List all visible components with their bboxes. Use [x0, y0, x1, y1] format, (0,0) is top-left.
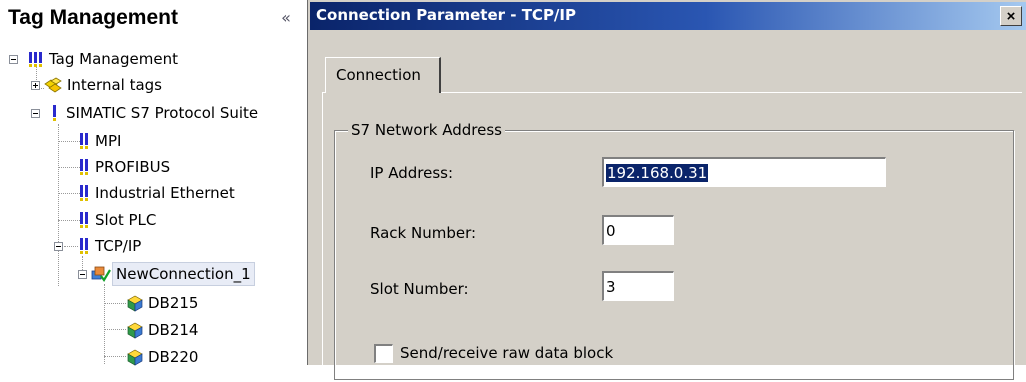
- collapse-panel-button[interactable]: «: [277, 9, 295, 27]
- tree-node-db215[interactable]: DB215: [126, 292, 246, 314]
- slot-number-value: 3: [606, 278, 616, 296]
- connection-icon: [91, 266, 111, 282]
- tab-label: Connection: [336, 66, 421, 84]
- tree-node-label: Tag Management: [49, 50, 178, 68]
- protocol-suite-icon: [53, 105, 56, 121]
- tree-node-label: DB215: [148, 294, 199, 312]
- tree-node-industrial-ethernet[interactable]: Industrial Ethernet: [78, 182, 278, 204]
- tag-group-icon: [127, 322, 143, 339]
- tree-node-label: DB214: [148, 321, 199, 339]
- tree-node-newconnection-1[interactable]: NewConnection_1: [78, 262, 300, 286]
- rack-number-value: 0: [606, 222, 616, 240]
- channel-unit-icon: [80, 212, 88, 228]
- channel-unit-icon: [80, 185, 88, 201]
- raw-data-block-label: Send/receive raw data block: [400, 344, 614, 362]
- ip-address-label: IP Address:: [370, 164, 454, 182]
- ip-address-field[interactable]: 192.168.0.31: [602, 157, 886, 187]
- channel-unit-icon: [80, 159, 88, 175]
- dialog-title-bar[interactable]: Connection Parameter - TCP/IP ×: [310, 2, 1026, 30]
- tree-node-label: Internal tags: [67, 76, 162, 94]
- tree-node-label: Industrial Ethernet: [95, 184, 235, 202]
- group-title: S7 Network Address: [348, 121, 505, 139]
- close-button[interactable]: ×: [1000, 6, 1022, 26]
- panel-title: Tag Management: [8, 6, 178, 29]
- connection-parameter-dialog: Connection Parameter - TCP/IP × Connecti…: [307, 0, 1026, 382]
- rack-number-label: Rack Number:: [370, 224, 477, 242]
- tree-node-profibus[interactable]: PROFIBUS: [78, 156, 218, 178]
- tree-node-mpi[interactable]: MPI: [78, 130, 178, 152]
- collapse-toggle-icon[interactable]: [54, 242, 63, 251]
- internal-tags-icon: [44, 77, 62, 93]
- ip-address-value: 192.168.0.31: [606, 164, 709, 182]
- tree-node-label: MPI: [95, 132, 122, 150]
- panel-header: Tag Management «: [0, 0, 306, 40]
- tree-node-label: NewConnection_1: [112, 262, 255, 286]
- tree-node-internal-tags[interactable]: Internal tags: [30, 74, 230, 96]
- tag-group-icon: [127, 349, 143, 366]
- channel-unit-icon: [80, 238, 88, 254]
- slot-number-field[interactable]: 3: [602, 271, 674, 301]
- collapse-toggle-icon[interactable]: [31, 109, 40, 118]
- tag-management-panel: Tag Management « Tag Management Internal…: [0, 0, 306, 366]
- tree-node-db214[interactable]: DB214: [126, 319, 246, 341]
- tree-node-tag-management[interactable]: Tag Management: [8, 48, 238, 70]
- tag-group-icon: [127, 295, 143, 312]
- collapse-toggle-icon[interactable]: [78, 270, 87, 279]
- tree-node-tcp-ip[interactable]: TCP/IP: [54, 235, 174, 257]
- tab-connection[interactable]: Connection: [325, 57, 441, 93]
- rack-number-field[interactable]: 0: [602, 215, 674, 245]
- tree-node-label: PROFIBUS: [95, 158, 171, 176]
- channel-unit-icon: [80, 133, 88, 149]
- dialog-title: Connection Parameter - TCP/IP: [316, 6, 576, 24]
- tree-node-label: TCP/IP: [95, 237, 142, 255]
- raw-data-block-checkbox[interactable]: [374, 344, 393, 363]
- slot-number-label: Slot Number:: [370, 280, 469, 298]
- tree-node-label: Slot PLC: [95, 211, 157, 229]
- tree-node-slot-plc[interactable]: Slot PLC: [78, 209, 198, 231]
- tree-node-label: SIMATIC S7 Protocol Suite: [66, 104, 259, 122]
- expand-toggle-icon[interactable]: [31, 81, 40, 90]
- tag-management-icon: [29, 52, 42, 67]
- tree-node-simatic-s7-protocol-suite[interactable]: SIMATIC S7 Protocol Suite: [30, 102, 306, 124]
- collapse-toggle-icon[interactable]: [9, 55, 18, 64]
